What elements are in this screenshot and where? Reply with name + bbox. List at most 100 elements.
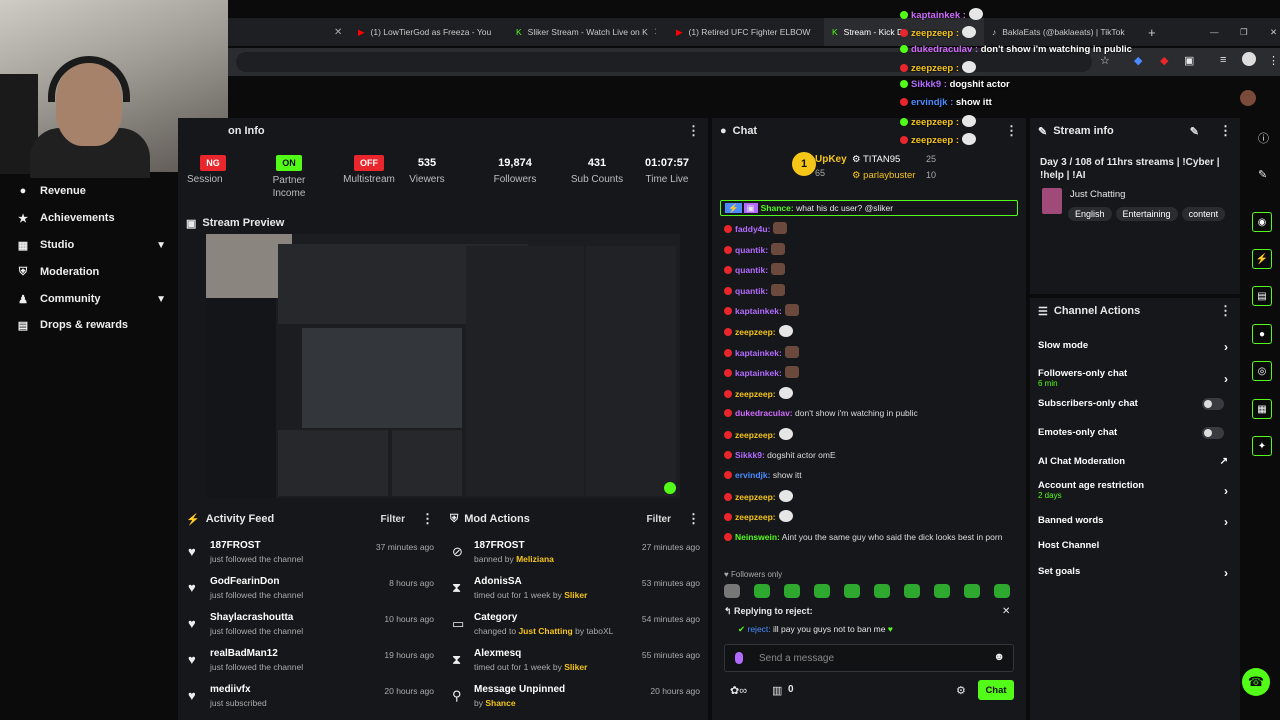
chat-message[interactable]: ervindjk: show itt xyxy=(724,469,1014,481)
chat-message[interactable]: Sikkk9: dogshit actor omE xyxy=(724,449,1014,461)
chat-username[interactable]: zeepzeep: xyxy=(735,327,776,337)
emote-icon[interactable] xyxy=(934,584,950,598)
new-tab-button[interactable]: + xyxy=(1140,18,1160,46)
mod-action-item[interactable]: ▭ Category changed to Just Chatting by tab… xyxy=(452,612,700,646)
puzzle-icon[interactable]: ▣ xyxy=(1184,54,1194,67)
info-icon[interactable]: ⓘ xyxy=(1258,130,1269,146)
restore-icon[interactable]: ❐ xyxy=(1232,18,1252,46)
chat-message[interactable]: faddy4u: xyxy=(724,222,1014,235)
chat-username[interactable]: Neinswein: xyxy=(735,532,780,542)
sidebar-item-achievements[interactable]: ★ Achievements xyxy=(16,211,166,225)
chat-username[interactable]: kaptainkek: xyxy=(735,306,782,316)
mod-actor[interactable]: Sliker xyxy=(564,590,587,600)
chat-message[interactable]: zeepzeep: xyxy=(724,325,1014,338)
chat-username[interactable]: Sikkk9: xyxy=(735,450,765,460)
channel-action-item[interactable]: Set goals › xyxy=(1038,566,1232,580)
kebab-menu-icon[interactable]: ⋮ xyxy=(687,123,700,139)
emote-icon[interactable] xyxy=(964,584,980,598)
broadcast-icon[interactable]: ◎ xyxy=(1252,361,1272,381)
mod-action-title[interactable]: 187FROST xyxy=(474,540,525,551)
mic-icon[interactable] xyxy=(735,652,743,664)
gift-sub-icon[interactable]: ✿∞ xyxy=(730,684,747,697)
sidebar-item-revenue[interactable]: ● Revenue xyxy=(16,184,166,198)
support-icon[interactable]: ☎ xyxy=(1242,668,1270,696)
chart-icon[interactable]: ↗ xyxy=(1220,456,1228,467)
close-tab-icon[interactable]: ✕ xyxy=(1131,27,1132,38)
emote-icon[interactable] xyxy=(814,584,830,598)
chat-username[interactable]: reject: xyxy=(748,624,771,634)
stream-tag[interactable]: English xyxy=(1068,207,1112,221)
chat-message[interactable]: kaptainkek: xyxy=(724,345,1014,359)
kebab-menu-icon[interactable]: ⋮ xyxy=(1219,303,1232,319)
chat-username[interactable]: kaptainkek: xyxy=(735,348,782,358)
layout-icon[interactable]: ▦ xyxy=(1252,399,1272,419)
close-tab-icon[interactable]: ✕ xyxy=(654,27,656,38)
channel-action-item[interactable]: Emotes-only chat xyxy=(1038,427,1232,439)
channel-action-item[interactable]: Host Channel xyxy=(1038,540,1232,551)
chat-input[interactable]: Send a message ☻ xyxy=(724,644,1014,672)
close-tab-icon[interactable]: ✕ xyxy=(326,18,344,46)
mod-action-item[interactable]: ⧗ Alexmesq timed out for 1 week by Sliker 5… xyxy=(452,648,700,682)
browser-tab[interactable]: ▶(1) Retired UFC Fighter ELBOW✕ xyxy=(668,18,816,46)
mod-actor[interactable]: Sliker xyxy=(564,662,587,672)
activity-username[interactable]: Shaylacrashoutta xyxy=(210,612,293,623)
chat-username[interactable]: quantik: xyxy=(735,265,768,275)
browser-tab[interactable]: ▶ (1) LowTierGod as Freeza - You ✕ xyxy=(350,18,498,46)
profile-avatar[interactable] xyxy=(1242,52,1256,66)
activity-username[interactable]: realBadMan12 xyxy=(210,648,278,659)
filter-button[interactable]: Filter xyxy=(381,514,405,525)
activity-item[interactable]: ♥ mediivfx just subscribed 20 hours ago xyxy=(188,684,434,718)
close-tab-icon[interactable]: ✕ xyxy=(497,27,498,38)
chat-username[interactable]: dukedraculav: xyxy=(735,408,793,418)
mod-actor[interactable]: Shance xyxy=(485,698,515,708)
chat-username[interactable]: zeepzeep: xyxy=(735,430,776,440)
sidebar-item-moderation[interactable]: ⛨ Moderation xyxy=(16,265,166,279)
sidebar-item-community[interactable]: ♟ Community ▼ xyxy=(16,292,166,306)
chat-username[interactable]: faddy4u: xyxy=(735,224,770,234)
chat-message[interactable]: dukedraculav: don't show i'm watching in… xyxy=(724,407,1014,419)
star-icon[interactable]: ☆ xyxy=(1100,54,1110,67)
extension-icon[interactable]: ◆ xyxy=(1134,54,1142,67)
sidebar-item-drops[interactable]: ▤ Drops & rewards xyxy=(16,318,166,332)
chat-message[interactable]: quantik: xyxy=(724,263,1014,276)
kebab-menu-icon[interactable]: ⋮ xyxy=(1219,123,1232,139)
mod-action-title[interactable]: AdonisSA xyxy=(474,576,522,587)
chat-message[interactable]: Neinswein: Aint you the same guy who sai… xyxy=(724,531,1014,543)
emote-icon[interactable] xyxy=(904,584,920,598)
mod-action-item[interactable]: ⊘ 187FROST banned by Meliziana 27 minutes a… xyxy=(452,540,700,574)
activity-item[interactable]: ♥ GodFearinDon just followed the channel 8 … xyxy=(188,576,434,610)
lightning-icon[interactable]: ⚡ xyxy=(1252,249,1272,269)
chat-username[interactable]: zeepzeep: xyxy=(735,512,776,522)
activity-username[interactable]: 187FROST xyxy=(210,540,261,551)
kebab-menu-icon[interactable]: ⋮ xyxy=(1005,123,1018,139)
toggle-switch[interactable] xyxy=(1202,427,1224,439)
stream-preview-video[interactable] xyxy=(206,234,680,498)
activity-username[interactable]: GodFearinDon xyxy=(210,576,279,587)
mod-action-item[interactable]: ⚲ Message Unpinned by Shance 20 hours ago xyxy=(452,684,700,718)
chat-username[interactable]: quantik: xyxy=(735,286,768,296)
mod-action-item[interactable]: ⧗ AdonisSA timed out for 1 week by Sliker 5… xyxy=(452,576,700,610)
activity-item[interactable]: ♥ 187FROST just followed the channel 37 min… xyxy=(188,540,434,574)
browser-tab[interactable]: K Sliker Stream - Watch Live on K ✕ xyxy=(508,18,656,46)
activity-item[interactable]: ♥ Shaylacrashoutta just followed the chann… xyxy=(188,612,434,646)
edit-icon[interactable]: ✎ xyxy=(1190,125,1199,138)
pencil-icon[interactable]: ✎ xyxy=(1258,168,1267,181)
emote-icon[interactable] xyxy=(784,584,800,598)
kebab-menu-icon[interactable]: ⋮ xyxy=(421,511,434,527)
stream-tag[interactable]: content xyxy=(1181,207,1226,221)
emote-icon[interactable] xyxy=(844,584,860,598)
leaderboard-second[interactable]: ⚙ TITAN95 xyxy=(852,154,900,165)
chat-username[interactable]: Shance: xyxy=(761,203,794,213)
leaderboard-top-name[interactable]: UpKey xyxy=(815,154,847,165)
chat-message[interactable]: zeepzeep: xyxy=(724,489,1014,503)
chat-message[interactable]: quantik: xyxy=(724,242,1014,256)
channel-action-item[interactable]: AI Chat Moderation ↗ xyxy=(1038,456,1232,467)
emote-icon[interactable] xyxy=(754,584,770,598)
emoji-icon[interactable]: ☻ xyxy=(993,651,1005,663)
chat-username[interactable]: zeepzeep: xyxy=(735,492,776,502)
browser-tab[interactable]: ♪ BaklaEats (@baklaeats) | TikTok ✕ xyxy=(984,18,1132,46)
chat-username[interactable]: quantik: xyxy=(735,245,768,255)
chat-message[interactable]: quantik: xyxy=(724,283,1014,297)
mod-actor[interactable]: Just Chatting xyxy=(518,626,572,636)
emote-icon[interactable] xyxy=(724,584,740,598)
